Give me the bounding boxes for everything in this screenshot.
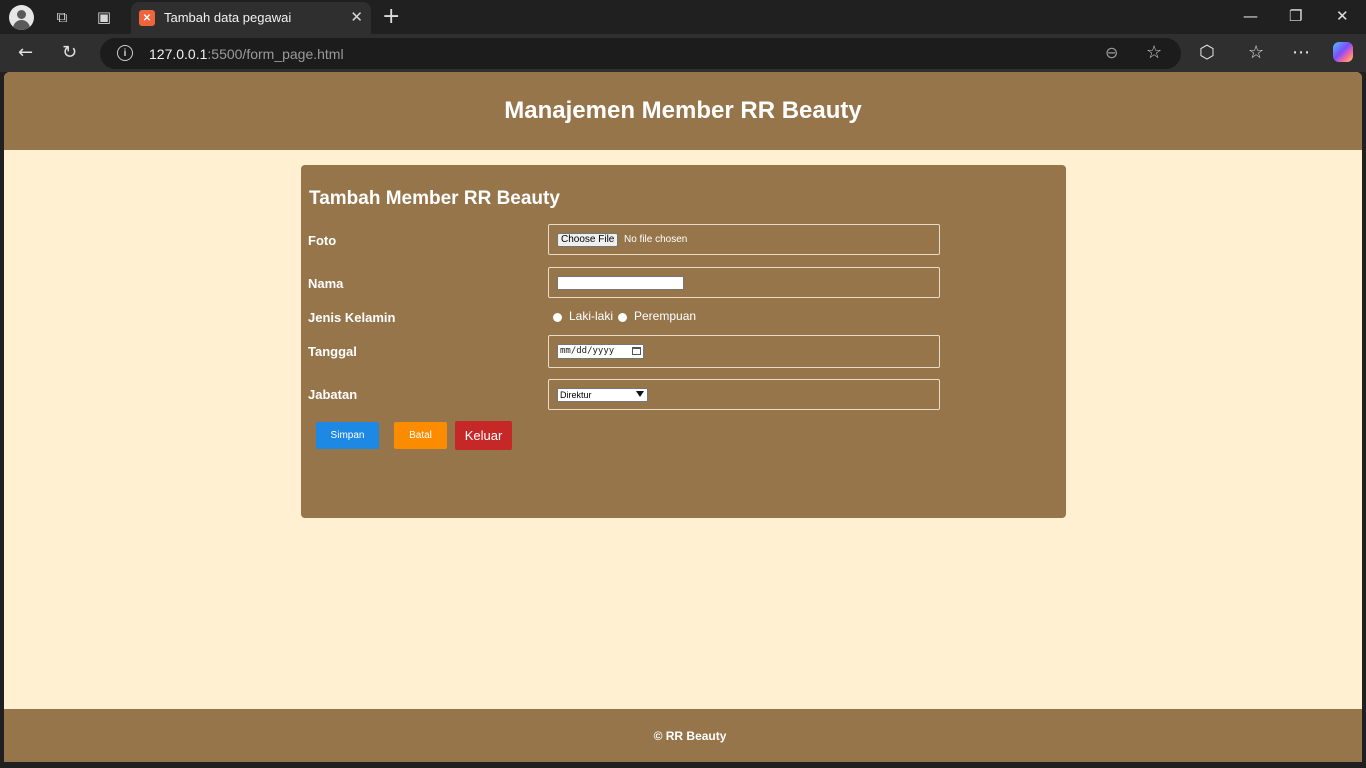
address-host: 127.0.0.1 bbox=[149, 46, 208, 62]
tab-actions-icon[interactable]: ▣ bbox=[92, 5, 116, 29]
member-form-card: Tambah Member RR Beauty Foto Choose File… bbox=[301, 165, 1066, 518]
date-placeholder: mm/dd/yyyy bbox=[560, 346, 615, 356]
address-path: :5500/form_page.html bbox=[207, 46, 344, 62]
restore-icon[interactable]: ❐ bbox=[1289, 7, 1302, 25]
jabatan-label: Jabatan bbox=[308, 387, 358, 402]
nama-input[interactable] bbox=[557, 276, 684, 290]
profile-avatar-icon[interactable] bbox=[9, 5, 34, 30]
foto-label: Foto bbox=[308, 233, 337, 248]
profile-body bbox=[13, 20, 30, 30]
form-title: Tambah Member RR Beauty bbox=[309, 188, 560, 209]
tanggal-field: mm/dd/yyyy bbox=[548, 335, 940, 368]
minimize-icon[interactable]: — bbox=[1243, 7, 1258, 25]
date-input[interactable]: mm/dd/yyyy bbox=[557, 344, 644, 359]
address-url: 127.0.0.1:5500/form_page.html bbox=[149, 46, 344, 62]
tab-active[interactable]: ✕ Tambah data pegawai ✕ bbox=[131, 2, 371, 34]
simpan-button[interactable]: Simpan bbox=[316, 422, 379, 449]
window-bottom-edge bbox=[0, 762, 1366, 768]
xampp-favicon-icon: ✕ bbox=[139, 10, 155, 26]
favorite-star-icon[interactable]: ☆ bbox=[1146, 42, 1162, 63]
profile-head bbox=[17, 10, 26, 19]
radio-laki-laki[interactable] bbox=[553, 313, 562, 322]
window-close-icon[interactable]: ✕ bbox=[1336, 7, 1349, 25]
site-footer: © RR Beauty bbox=[4, 709, 1362, 762]
jenis-kelamin-label: Jenis Kelamin bbox=[308, 310, 396, 325]
nama-field bbox=[548, 267, 940, 298]
nama-label: Nama bbox=[308, 276, 344, 291]
site-info-icon[interactable]: i bbox=[117, 45, 133, 61]
gender-radio-group: Laki-laki Perempuan bbox=[553, 309, 753, 325]
keluar-button[interactable]: Keluar bbox=[455, 421, 512, 450]
back-icon[interactable]: ← bbox=[18, 42, 33, 63]
radio-laki-laki-label: Laki-laki bbox=[569, 309, 614, 323]
site-header: Manajemen Member RR Beauty bbox=[4, 72, 1362, 150]
jabatan-selected: Direktur bbox=[560, 390, 592, 400]
radio-perempuan[interactable] bbox=[618, 313, 627, 322]
copilot-icon[interactable] bbox=[1333, 42, 1353, 62]
footer-copyright: © RR Beauty bbox=[653, 729, 727, 743]
jabatan-field: Direktur bbox=[548, 379, 940, 410]
more-menu-icon[interactable]: ⋯ bbox=[1292, 42, 1310, 63]
page-title: Manajemen Member RR Beauty bbox=[504, 97, 862, 124]
foto-field: Choose File No file chosen bbox=[548, 224, 940, 255]
jabatan-select[interactable]: Direktur bbox=[557, 388, 648, 402]
favorites-icon[interactable]: ☆ bbox=[1248, 42, 1264, 63]
batal-button[interactable]: Batal bbox=[394, 422, 447, 449]
refresh-icon[interactable]: ↻ bbox=[62, 42, 77, 63]
calendar-icon[interactable] bbox=[632, 347, 641, 355]
tab-close-icon[interactable]: ✕ bbox=[350, 8, 363, 26]
browser-toolbar: ← ↻ i 127.0.0.1:5500/form_page.html ⊖ ☆ … bbox=[0, 34, 1366, 72]
tab-title: Tambah data pegawai bbox=[164, 10, 292, 25]
workspaces-icon[interactable]: ⧉ bbox=[50, 5, 74, 29]
extensions-icon[interactable]: ⬡ bbox=[1199, 42, 1215, 63]
tanggal-label: Tanggal bbox=[308, 344, 357, 359]
chevron-down-icon bbox=[636, 391, 644, 397]
browser-tab-strip: ⧉ ▣ ✕ Tambah data pegawai ✕ + — ❐ ✕ bbox=[0, 0, 1366, 34]
choose-file-button[interactable]: Choose File bbox=[557, 233, 619, 247]
radio-perempuan-label: Perempuan bbox=[634, 309, 697, 323]
address-bar[interactable]: i 127.0.0.1:5500/form_page.html ⊖ ☆ bbox=[100, 38, 1181, 69]
page-viewport: Manajemen Member RR Beauty Tambah Member… bbox=[4, 72, 1362, 762]
zoom-out-icon[interactable]: ⊖ bbox=[1105, 43, 1118, 62]
new-tab-icon[interactable]: + bbox=[382, 4, 400, 29]
file-status-text: No file chosen bbox=[624, 234, 688, 245]
